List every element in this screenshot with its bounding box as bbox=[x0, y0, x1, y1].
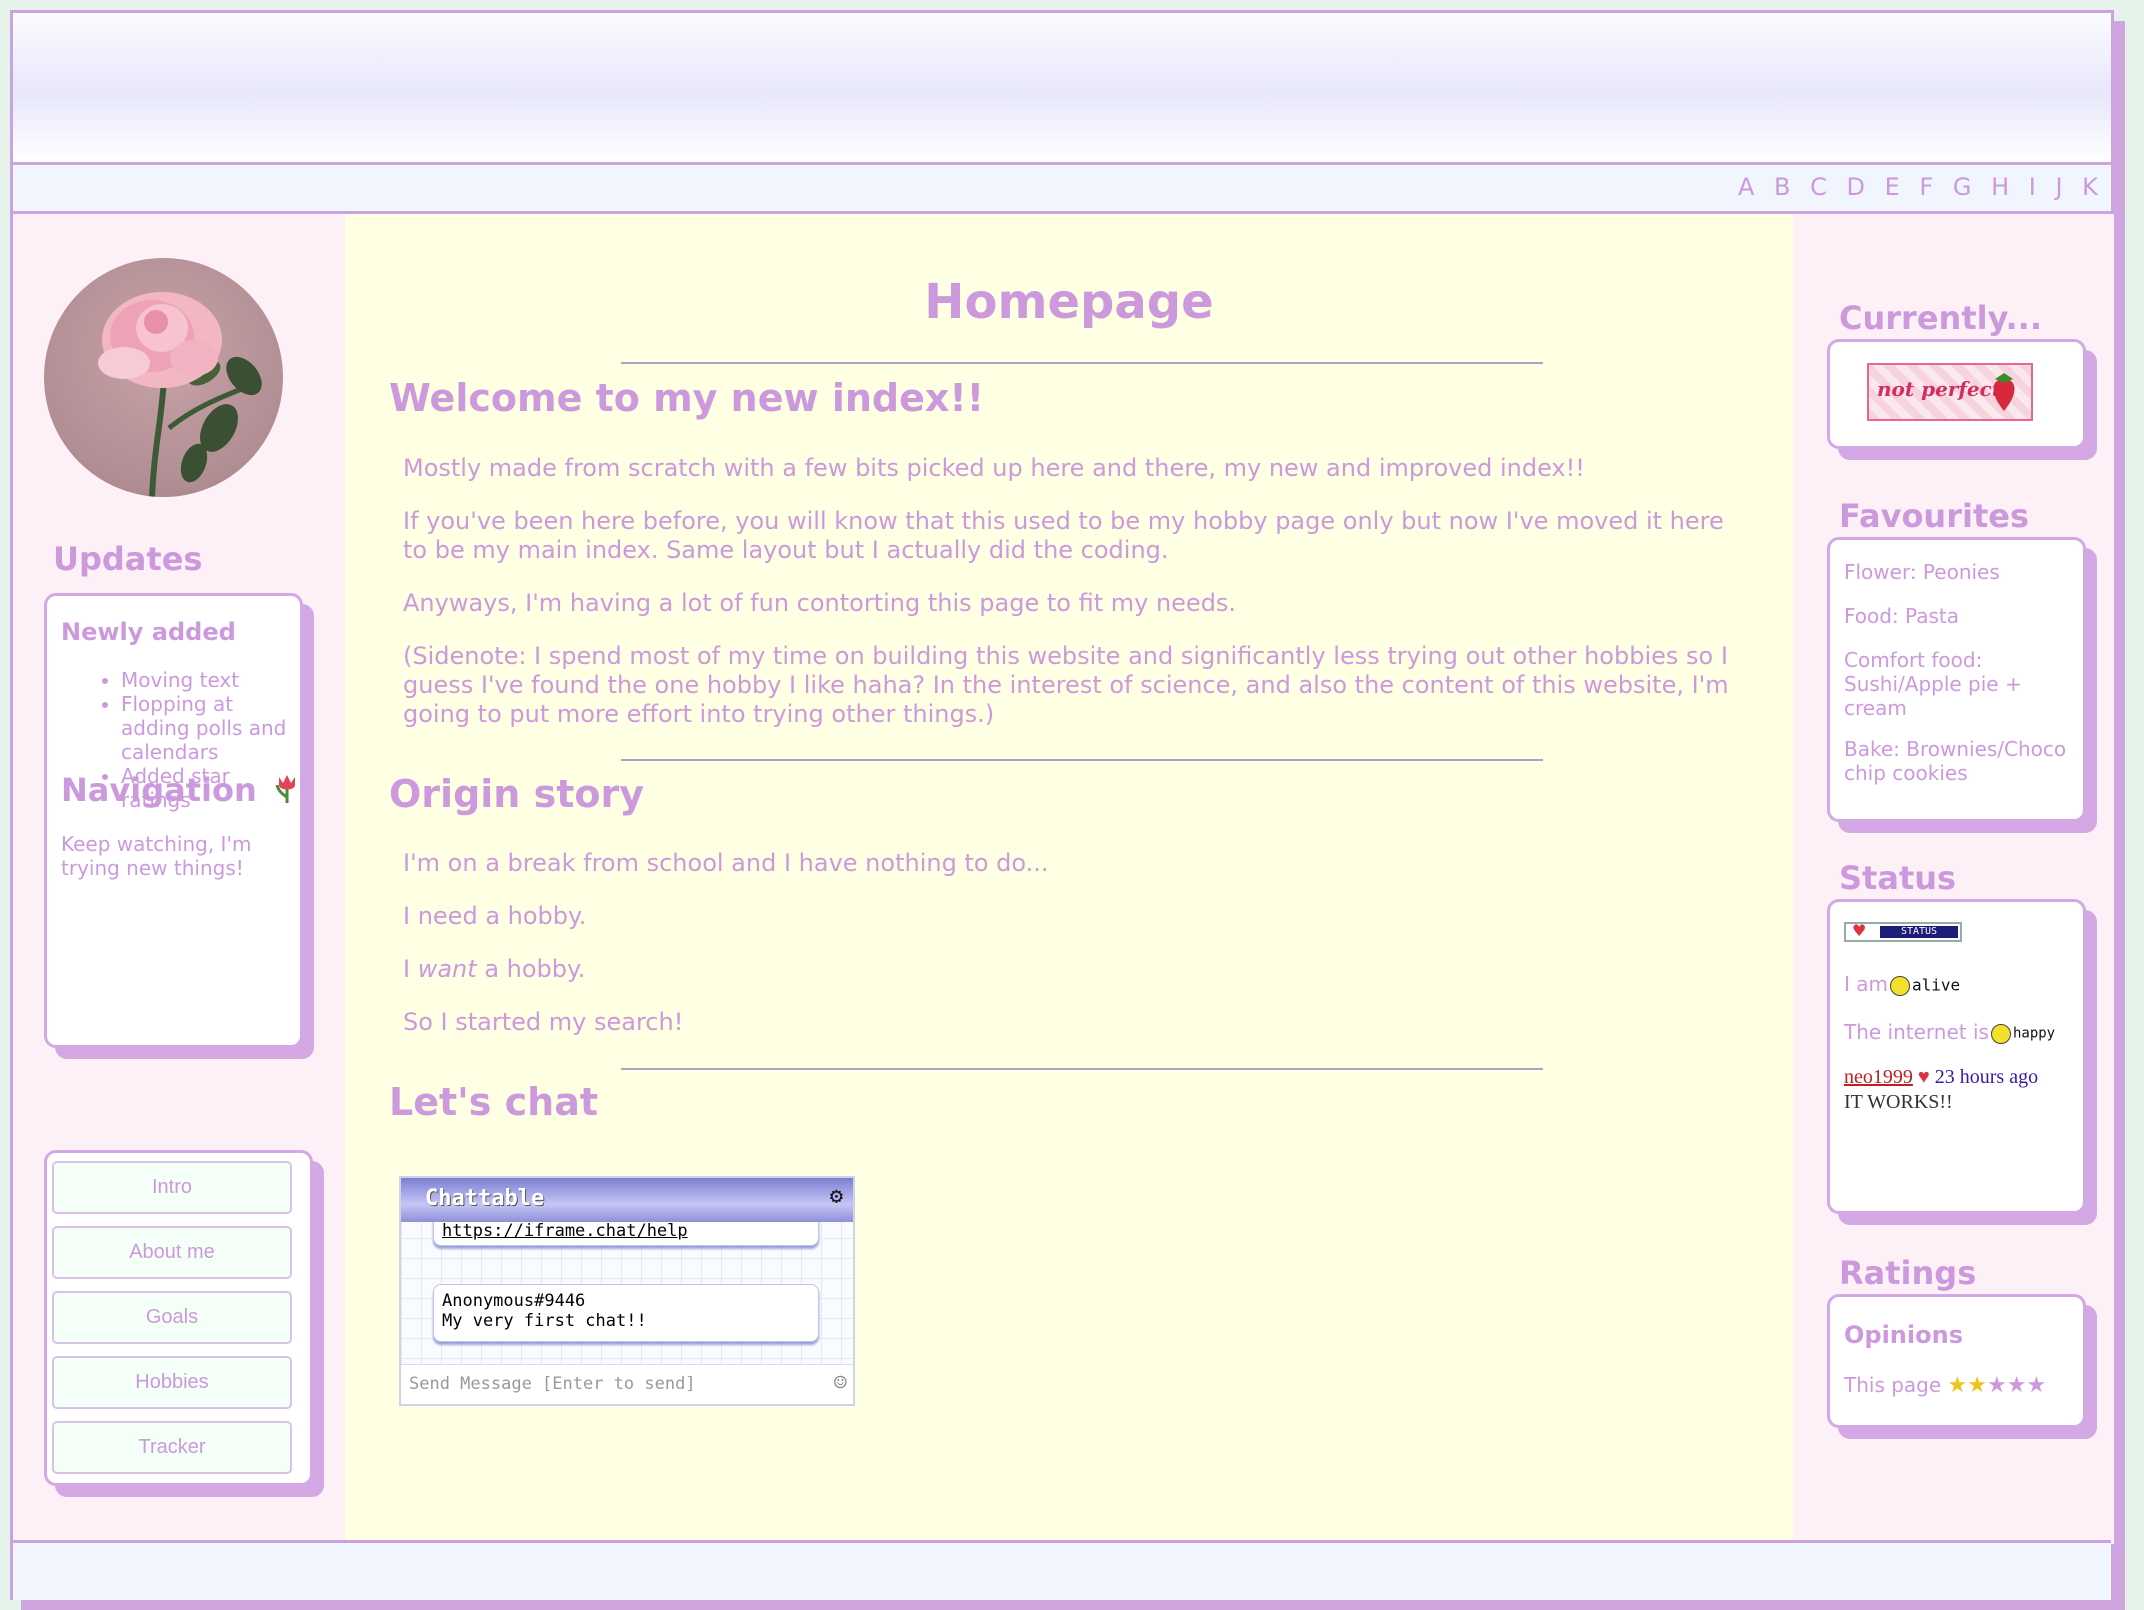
origin-p3-post: a hobby. bbox=[476, 955, 586, 983]
status-post-time: 23 hours ago bbox=[1934, 1066, 2039, 1088]
ratings-box: Opinions This page ★★★★★ bbox=[1827, 1294, 2086, 1428]
tulip-icon bbox=[274, 773, 300, 811]
star-icon[interactable]: ★ bbox=[1967, 1373, 1987, 1398]
origin-p3-pre: I bbox=[403, 955, 418, 983]
status-box: ♥ STATUS I am alive The internet is happy … bbox=[1827, 899, 2086, 1214]
chat-message-user: Anonymous#9446 bbox=[442, 1291, 586, 1311]
updates-note: Keep watching, I'm trying new things! bbox=[61, 832, 252, 880]
gear-icon[interactable]: ⚙ bbox=[830, 1184, 843, 1209]
status-internet: The internet is happy bbox=[1844, 1020, 2055, 1046]
chat-input-placeholder: Send Message [Enter to send] bbox=[409, 1374, 696, 1394]
welcome-paragraph-3: Anyways, I'm having a lot of fun contort… bbox=[403, 589, 1237, 617]
main-content: Homepage Welcome to my new index!! Mostl… bbox=[345, 214, 1793, 1544]
nav-goals-button[interactable]: Goals bbox=[52, 1291, 292, 1344]
star-icon[interactable]: ★ bbox=[2007, 1373, 2027, 1398]
origin-heading: Origin story bbox=[389, 772, 644, 816]
star-icon[interactable]: ★ bbox=[2026, 1373, 2046, 1398]
welcome-paragraph-4: (Sidenote: I spend most of my time on bu… bbox=[403, 642, 1729, 728]
divider bbox=[621, 759, 1543, 761]
status-i-am: I am alive bbox=[1844, 972, 1960, 998]
updates-title: Newly added bbox=[61, 618, 236, 646]
page-frame: A B C D E F G H I J K L M N O P Updates … bbox=[10, 10, 2114, 1600]
chat-header: Chattable ⚙ bbox=[401, 1178, 853, 1222]
footer bbox=[13, 1540, 2111, 1600]
star-rating[interactable]: ★★★★★ bbox=[1948, 1373, 2047, 1398]
header-banner bbox=[13, 13, 2111, 165]
favourite-food: Food: Pasta bbox=[1844, 604, 1959, 628]
nav-hobbies-button[interactable]: Hobbies bbox=[52, 1356, 292, 1409]
star-icon[interactable]: ★ bbox=[1948, 1373, 1968, 1398]
heart-icon: ♥ bbox=[1917, 1066, 1930, 1088]
status-i-am-value: alive bbox=[1912, 975, 1961, 995]
favourite-flower: Flower: Peonies bbox=[1844, 560, 2000, 584]
page-title: Homepage bbox=[924, 274, 1214, 330]
right-sidebar: Currently... not perfect Favourites Flow… bbox=[1793, 214, 2114, 1544]
marquee-alphabet: A B C D E F G H I J K L M N O P bbox=[1738, 173, 2111, 201]
status-badge-label: STATUS bbox=[1880, 926, 1958, 938]
nav-about-me-button[interactable]: About me bbox=[52, 1226, 292, 1279]
list-item: Moving text bbox=[121, 668, 300, 692]
favourite-comfort-food: Comfort food: Sushi/Apple pie + cream bbox=[1844, 648, 2022, 720]
chat-help-link[interactable]: https://iframe.chat/help bbox=[442, 1221, 688, 1241]
favourites-heading: Favourites bbox=[1839, 497, 2029, 535]
status-heading: Status bbox=[1839, 859, 1957, 897]
origin-p3-emphasis: want bbox=[417, 955, 477, 983]
chat-input[interactable]: Send Message [Enter to send] ☺ bbox=[401, 1364, 853, 1404]
favourites-box: Flower: Peonies Food: Pasta Comfort food… bbox=[1827, 537, 2086, 822]
chat-widget[interactable]: https://iframe.chat/help Chattable ⚙ Ano… bbox=[399, 1176, 855, 1406]
origin-paragraph-1: I'm on a break from school and I have no… bbox=[403, 849, 1049, 877]
status-badge: ♥ STATUS bbox=[1844, 921, 1962, 946]
origin-paragraph-4: So I started my search! bbox=[403, 1008, 684, 1036]
ratings-row: This page ★★★★★ bbox=[1844, 1373, 2046, 1398]
chat-heading: Let's chat bbox=[389, 1080, 599, 1124]
status-post-user[interactable]: neo1999 bbox=[1844, 1066, 1913, 1088]
origin-paragraph-3: I want a hobby. bbox=[403, 955, 1743, 984]
currently-heading: Currently... bbox=[1839, 299, 2042, 337]
updates-box: Newly added Moving text Flopping at addi… bbox=[44, 593, 303, 1048]
favourite-bake: Bake: Brownies/Choco chip cookies bbox=[1844, 737, 2067, 785]
ratings-heading: Ratings bbox=[1839, 1254, 1977, 1292]
star-icon[interactable]: ★ bbox=[1987, 1373, 2007, 1398]
origin-paragraph-2: I need a hobby. bbox=[403, 902, 587, 930]
left-sidebar: Updates Newly added Moving text Flopping… bbox=[13, 214, 345, 1544]
not-perfect-badge: not perfect bbox=[1867, 363, 2033, 421]
strawberry-icon bbox=[1987, 371, 2021, 417]
status-i-am-label: I am bbox=[1844, 972, 1888, 996]
nav-tracker-button[interactable]: Tracker bbox=[52, 1421, 292, 1474]
list-item: Flopping at adding polls and calendars bbox=[121, 692, 300, 764]
navigation-heading: Navigation bbox=[61, 771, 257, 809]
chat-message: Anonymous#9446 My very first chat!! bbox=[433, 1284, 819, 1342]
divider bbox=[621, 1068, 1543, 1070]
welcome-paragraph-2: If you've been here before, you will kno… bbox=[403, 507, 1724, 564]
chat-message-text: My very first chat!! bbox=[442, 1311, 647, 1331]
smiley-icon bbox=[1990, 1023, 2011, 1044]
heart-icon: ♥ bbox=[1852, 921, 1867, 940]
rose-icon bbox=[98, 292, 262, 497]
welcome-heading: Welcome to my new index!! bbox=[389, 376, 985, 420]
status-internet-label: The internet is bbox=[1844, 1020, 1989, 1044]
ratings-title: Opinions bbox=[1844, 1321, 1963, 1349]
alphabet-bar: A B C D E F G H I J K L M N O P bbox=[13, 165, 2111, 214]
nav-intro-button[interactable]: Intro bbox=[52, 1161, 292, 1214]
badge-text: not perfect bbox=[1877, 377, 2002, 401]
emoji-icon[interactable]: ☺ bbox=[834, 1365, 847, 1403]
status-post: neo1999 ♥ 23 hours ago IT WORKS!! bbox=[1844, 1065, 2038, 1115]
divider bbox=[621, 362, 1543, 364]
smiley-icon bbox=[1890, 975, 1910, 996]
status-internet-value: happy bbox=[2012, 1025, 2056, 1042]
navigation-box: Intro About me Goals Hobbies Tracker bbox=[44, 1150, 313, 1486]
navigation-heading-row: Navigation bbox=[61, 771, 300, 811]
welcome-paragraph-1: Mostly made from scratch with a few bits… bbox=[403, 454, 1585, 482]
rose-avatar bbox=[44, 258, 283, 497]
ratings-item-label: This page bbox=[1844, 1373, 1942, 1397]
currently-box: not perfect bbox=[1827, 339, 2086, 449]
updates-heading: Updates bbox=[53, 540, 203, 578]
status-post-text: IT WORKS!! bbox=[1844, 1091, 1953, 1113]
chat-title: Chattable bbox=[425, 1186, 545, 1211]
